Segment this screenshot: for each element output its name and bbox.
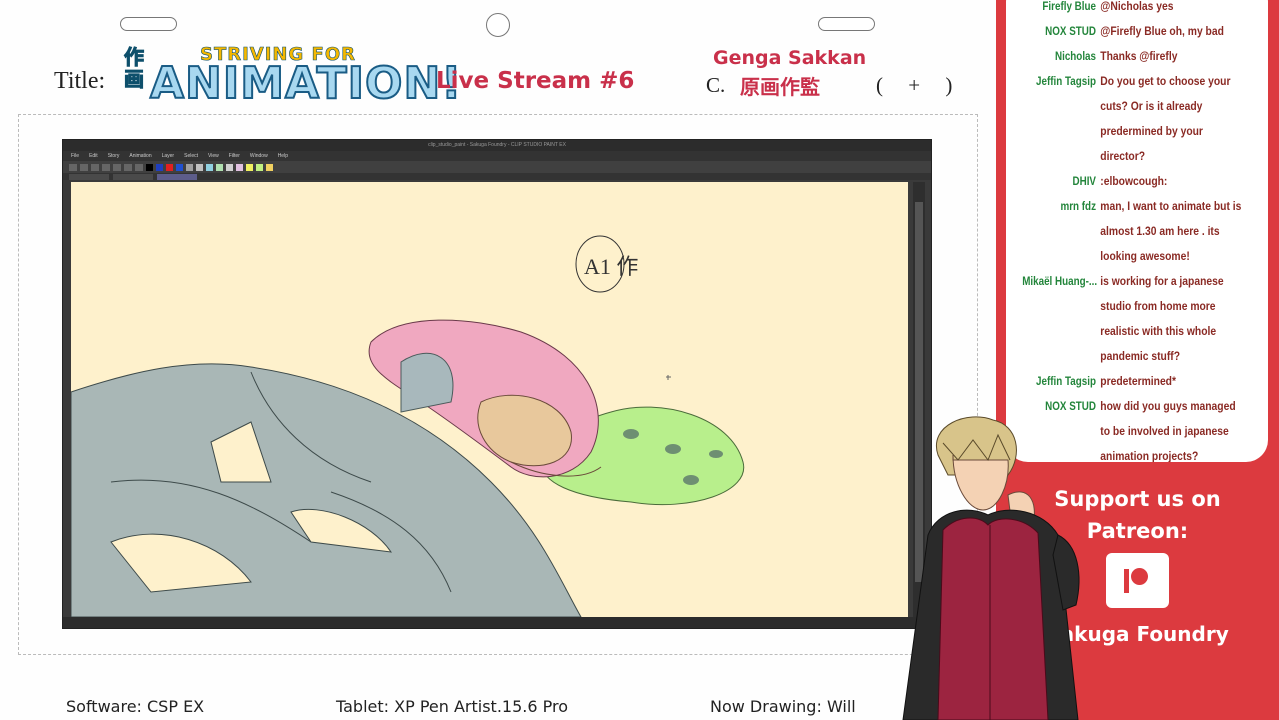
chat-username[interactable]: Jeffin Tagsip	[1022, 369, 1096, 394]
chat-message: Firefly Blue @Nicholas yes	[1006, 0, 1268, 19]
title-label: Title:	[54, 68, 106, 94]
chat-username[interactable]: Firefly Blue	[1022, 0, 1096, 19]
color-swatch[interactable]	[246, 163, 253, 171]
host-character	[902, 416, 1080, 720]
chat-username[interactable]: Mikaël Huang-...	[1022, 269, 1097, 369]
color-swatch[interactable]	[186, 163, 193, 171]
color-swatch[interactable]	[236, 163, 243, 171]
chat-list: Firefly Blue @Nicholas yes NOX STUD @Firefl…	[1006, 0, 1268, 462]
status-bar	[63, 617, 931, 628]
color-swatch[interactable]	[266, 163, 273, 171]
menu-item[interactable]: View	[208, 151, 219, 161]
menu-item[interactable]: Window	[250, 151, 268, 161]
tablet-info: Tablet: XP Pen Artist.15.6 Pro	[336, 697, 568, 716]
chat-message: Jeffin Tagsip Do you get to choose your c…	[1006, 69, 1268, 169]
chat-username[interactable]: mrn fdz	[1022, 194, 1096, 269]
chat-message: Jeffin Tagsip predetermined*	[1006, 369, 1268, 394]
menu-item[interactable]: Select	[184, 151, 198, 161]
new-file-icon[interactable]	[69, 163, 77, 171]
now-drawing-info: Now Drawing: Will	[710, 697, 856, 716]
chat-text: how did you guys managed to be involved …	[1100, 399, 1236, 462]
chat-text: predetermined*	[1100, 374, 1177, 388]
chat-text: :elbowcough:	[1100, 174, 1168, 188]
patreon-icon-bar	[1124, 569, 1129, 593]
chat-message: mrn fdz man, I want to animate but is alm…	[1006, 194, 1268, 269]
chat-username[interactable]: NOX STUD	[1022, 19, 1096, 44]
redo-icon[interactable]	[113, 163, 121, 171]
color-swatch[interactable]	[166, 163, 173, 171]
chat-text: @Nicholas yes	[1100, 0, 1174, 13]
menu-item[interactable]: Story	[108, 151, 120, 161]
patreon-icon-dot	[1131, 568, 1148, 585]
play-icon[interactable]	[124, 163, 132, 171]
drawing-illustration: A1 作	[71, 235, 745, 617]
clip-studio-window[interactable]: clip_studio_paint - Sakuga Foundry - CLI…	[62, 139, 932, 629]
role-prefix: C.	[706, 73, 726, 97]
window-title: clip_studio_paint - Sakuga Foundry - CLI…	[63, 140, 931, 151]
chat-text: is working for a japanese studio from ho…	[1100, 274, 1224, 363]
role-kanji: 原画作監	[740, 75, 820, 99]
settings-icon[interactable]	[135, 163, 143, 171]
menu-item[interactable]: Edit	[89, 151, 98, 161]
drawing-canvas[interactable]: A1 作	[71, 182, 908, 617]
chat-username[interactable]: DHIV	[1022, 169, 1096, 194]
chat-text: Thanks @firefly	[1100, 49, 1178, 63]
canvas-tab[interactable]	[69, 174, 109, 180]
canvas-tab-active[interactable]	[157, 174, 197, 180]
chat-message: Mikaël Huang-... is working for a japanes…	[1006, 269, 1268, 369]
chat-text: man, I want to animate but is almost 1.3…	[1100, 199, 1242, 263]
chat-username[interactable]: Nicholas	[1022, 44, 1096, 69]
color-swatch[interactable]	[226, 163, 233, 171]
color-swatch[interactable]	[176, 163, 183, 171]
chat-text: @Firefly Blue oh, my bad	[1100, 24, 1224, 38]
chat-text: Do you get to choose your cuts? Or is it…	[1100, 74, 1231, 163]
color-swatch[interactable]	[146, 163, 153, 171]
binder-slot-right	[818, 17, 875, 31]
menu-item[interactable]: Animation	[129, 151, 151, 161]
role-paren: ( + )	[876, 73, 963, 97]
chat-message: NOX STUD @Firefly Blue oh, my bad	[1006, 19, 1268, 44]
menu-item[interactable]: Help	[278, 151, 288, 161]
menu-item[interactable]: Layer	[162, 151, 175, 161]
patreon-icon[interactable]	[1106, 553, 1169, 608]
software-info: Software: CSP EX	[66, 697, 205, 716]
logo-kanji: 作画	[124, 45, 145, 91]
chat-message: DHIV :elbowcough:	[1006, 169, 1268, 194]
menu-item[interactable]: Filter	[229, 151, 240, 161]
binder-slot-left	[120, 17, 177, 31]
show-logo: 作画 STRIVING FOR ANIMATION!	[120, 40, 463, 114]
open-file-icon[interactable]	[80, 163, 88, 171]
menu-item[interactable]: File	[71, 151, 79, 161]
color-swatch[interactable]	[216, 163, 223, 171]
menu-bar: File Edit Story Animation Layer Select View Fil…	[63, 151, 931, 161]
canvas-tab[interactable]	[113, 174, 153, 180]
canvas-annotation: A1 作	[584, 254, 638, 279]
binder-hole	[486, 13, 510, 37]
command-bar	[63, 161, 931, 173]
chat-box[interactable]: Firefly Blue @Nicholas yes NOX STUD @Firefl…	[1006, 0, 1268, 462]
color-swatch[interactable]	[196, 163, 203, 171]
chat-username[interactable]: Jeffin Tagsip	[1022, 69, 1096, 169]
canvas-tabs	[63, 173, 931, 180]
stream-title: Live Stream #6	[436, 68, 635, 94]
logo-main: ANIMATION!	[149, 57, 463, 110]
color-swatch[interactable]	[156, 163, 163, 171]
save-icon[interactable]	[91, 163, 99, 171]
chat-message: Nicholas Thanks @firefly	[1006, 44, 1268, 69]
undo-icon[interactable]	[102, 163, 110, 171]
role-name: Genga Sakkan	[713, 47, 867, 69]
color-swatch[interactable]	[206, 163, 213, 171]
color-swatch[interactable]	[256, 163, 263, 171]
